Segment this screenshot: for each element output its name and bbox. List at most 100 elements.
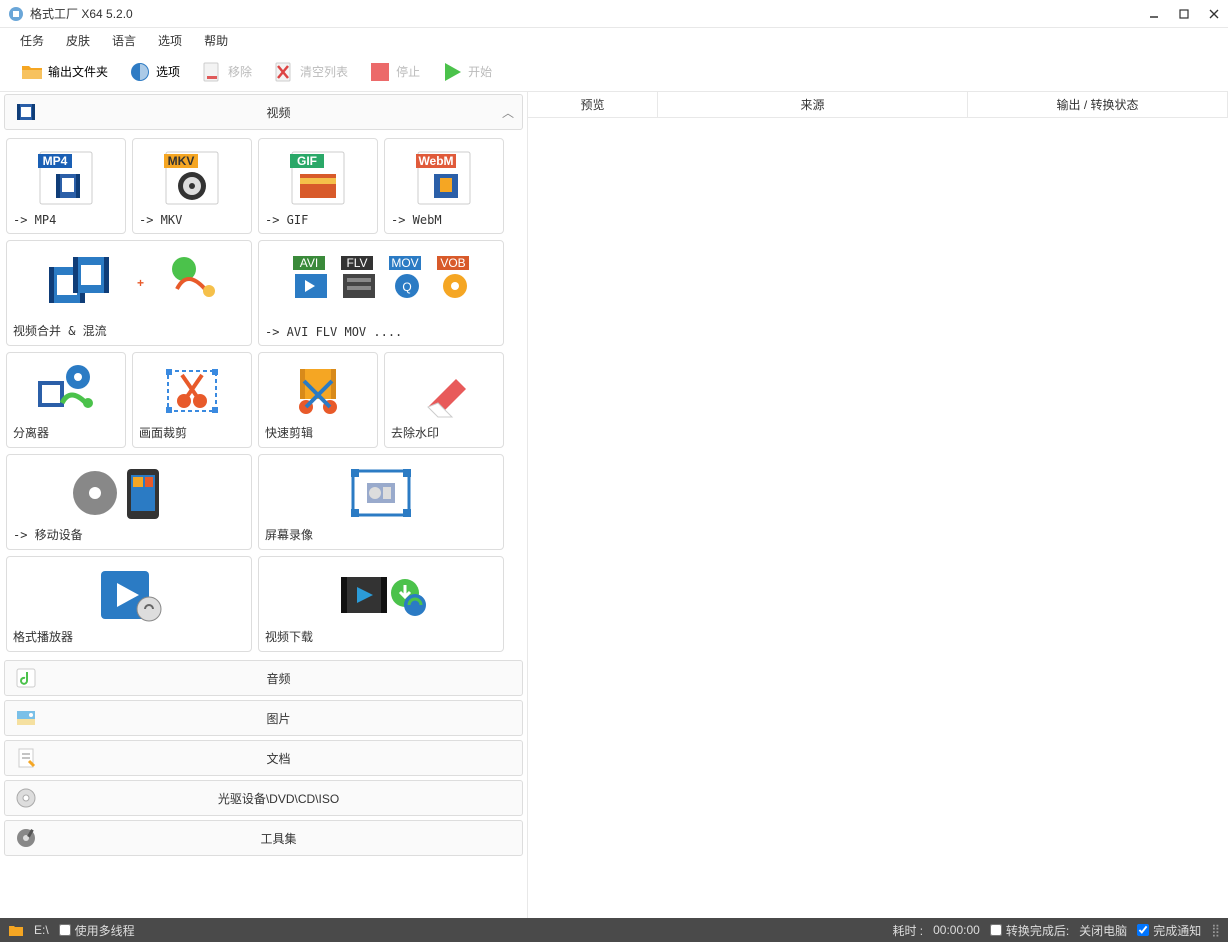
tile-splitter[interactable]: 分离器 [6, 352, 126, 448]
notify-checkbox[interactable]: 完成通知 [1137, 922, 1201, 939]
category-rom[interactable]: 光驱设备\DVD\CD\ISO [4, 780, 523, 816]
quickcut-icon [265, 359, 371, 422]
clear-label: 清空列表 [300, 63, 348, 80]
task-list[interactable] [528, 118, 1228, 918]
tile-watermark[interactable]: 去除水印 [384, 352, 504, 448]
menu-language[interactable]: 语言 [108, 30, 140, 51]
mobile-icon [13, 461, 245, 524]
svg-text:+: + [137, 276, 144, 290]
tile-mobile-label: -> 移动设备 [13, 524, 245, 543]
category-video-label: 视频 [45, 104, 512, 121]
right-pane: 预览 来源 输出 / 转换状态 [528, 92, 1228, 918]
document-category-icon [15, 747, 37, 769]
remove-icon [200, 60, 224, 84]
menu-task[interactable]: 任务 [16, 30, 48, 51]
window-title: 格式工厂 X64 5.2.0 [30, 5, 1148, 22]
tile-record-label: 屏幕录像 [265, 524, 497, 543]
options-label: 选项 [156, 63, 180, 80]
svg-text:AVI: AVI [300, 256, 318, 270]
tile-player[interactable]: 格式播放器 [6, 556, 252, 652]
category-document-label: 文档 [45, 750, 512, 767]
menu-skin[interactable]: 皮肤 [62, 30, 94, 51]
toolbar: 输出文件夹 选项 移除 清空列表 停止 开始 [0, 52, 1228, 92]
category-picture-label: 图片 [45, 710, 512, 727]
category-tools[interactable]: 工具集 [4, 820, 523, 856]
maximize-button[interactable] [1178, 8, 1190, 20]
stop-label: 停止 [396, 63, 420, 80]
svg-text:FLV: FLV [346, 256, 367, 270]
folder-status-icon [8, 923, 24, 937]
tile-avi-flv[interactable]: AVIFLVMOVQVOB -> AVI FLV MOV .... [258, 240, 504, 346]
category-document[interactable]: 文档 [4, 740, 523, 776]
clear-button[interactable]: 清空列表 [264, 56, 356, 88]
category-tools-label: 工具集 [45, 830, 512, 847]
col-status[interactable]: 输出 / 转换状态 [968, 92, 1228, 117]
remove-label: 移除 [228, 63, 252, 80]
tile-avi-label: -> AVI FLV MOV .... [265, 323, 497, 339]
mkv-icon: MKV [139, 145, 245, 211]
tile-player-label: 格式播放器 [13, 626, 245, 645]
tile-watermark-label: 去除水印 [391, 422, 497, 441]
tools-category-icon [15, 827, 37, 849]
after-convert-checkbox[interactable]: 转换完成后: [990, 922, 1069, 939]
stop-button[interactable]: 停止 [360, 56, 428, 88]
tile-mp4-label: -> MP4 [13, 211, 119, 227]
output-folder-button[interactable]: 输出文件夹 [12, 56, 116, 88]
record-icon [265, 461, 497, 524]
tile-gif-label: -> GIF [265, 211, 371, 227]
menu-help[interactable]: 帮助 [200, 30, 232, 51]
gif-icon: GIF [265, 145, 371, 211]
tile-splitter-label: 分离器 [13, 422, 119, 441]
category-rom-label: 光驱设备\DVD\CD\ISO [45, 790, 512, 807]
player-icon [13, 563, 245, 626]
start-button[interactable]: 开始 [432, 56, 500, 88]
category-picture[interactable]: 图片 [4, 700, 523, 736]
merge-icon: + [13, 247, 245, 320]
audio-category-icon [15, 667, 37, 689]
tile-webm[interactable]: WebM -> WebM [384, 138, 504, 234]
elapsed-value: 00:00:00 [933, 923, 980, 937]
left-pane: 视频 ︿ MP4 -> MP4 MKV -> MKV GIF -> GIF [0, 92, 528, 918]
after-convert-value: 关闭电脑 [1079, 922, 1127, 939]
status-path[interactable]: E:\ [34, 923, 49, 937]
tile-record[interactable]: 屏幕录像 [258, 454, 504, 550]
splitter-icon [13, 359, 119, 422]
webm-icon: WebM [391, 145, 497, 211]
tile-mkv[interactable]: MKV -> MKV [132, 138, 252, 234]
tile-crop[interactable]: 画面裁剪 [132, 352, 252, 448]
tile-webm-label: -> WebM [391, 211, 497, 227]
picture-category-icon [15, 707, 37, 729]
col-preview[interactable]: 预览 [528, 92, 658, 117]
remove-button[interactable]: 移除 [192, 56, 260, 88]
svg-text:VOB: VOB [440, 256, 465, 270]
options-button[interactable]: 选项 [120, 56, 188, 88]
tile-download-label: 视频下载 [265, 626, 497, 645]
elapsed-label: 耗时 : [892, 922, 923, 939]
tile-mobile[interactable]: -> 移动设备 [6, 454, 252, 550]
minimize-button[interactable] [1148, 8, 1160, 20]
svg-text:GIF: GIF [297, 154, 317, 168]
col-source[interactable]: 来源 [658, 92, 968, 117]
close-button[interactable] [1208, 8, 1220, 20]
options-icon [128, 60, 152, 84]
category-video[interactable]: 视频 ︿ [4, 94, 523, 130]
category-audio-label: 音频 [45, 670, 512, 687]
tile-quickcut[interactable]: 快速剪辑 [258, 352, 378, 448]
output-folder-label: 输出文件夹 [48, 63, 108, 80]
tile-merge[interactable]: + 视频合并 & 混流 [6, 240, 252, 346]
start-label: 开始 [468, 63, 492, 80]
svg-text:WebM: WebM [418, 154, 453, 168]
disc-category-icon [15, 787, 37, 809]
list-header: 预览 来源 输出 / 转换状态 [528, 92, 1228, 118]
mp4-icon: MP4 [13, 145, 119, 211]
tile-quickcut-label: 快速剪辑 [265, 422, 371, 441]
menu-options[interactable]: 选项 [154, 30, 186, 51]
tile-gif[interactable]: GIF -> GIF [258, 138, 378, 234]
tile-mp4[interactable]: MP4 -> MP4 [6, 138, 126, 234]
multithread-checkbox[interactable]: 使用多线程 [59, 922, 135, 939]
category-audio[interactable]: 音频 [4, 660, 523, 696]
resize-grip-icon[interactable]: ⣿ [1211, 923, 1220, 937]
title-bar: 格式工厂 X64 5.2.0 [0, 0, 1228, 28]
play-icon [440, 60, 464, 84]
tile-download[interactable]: 视频下载 [258, 556, 504, 652]
